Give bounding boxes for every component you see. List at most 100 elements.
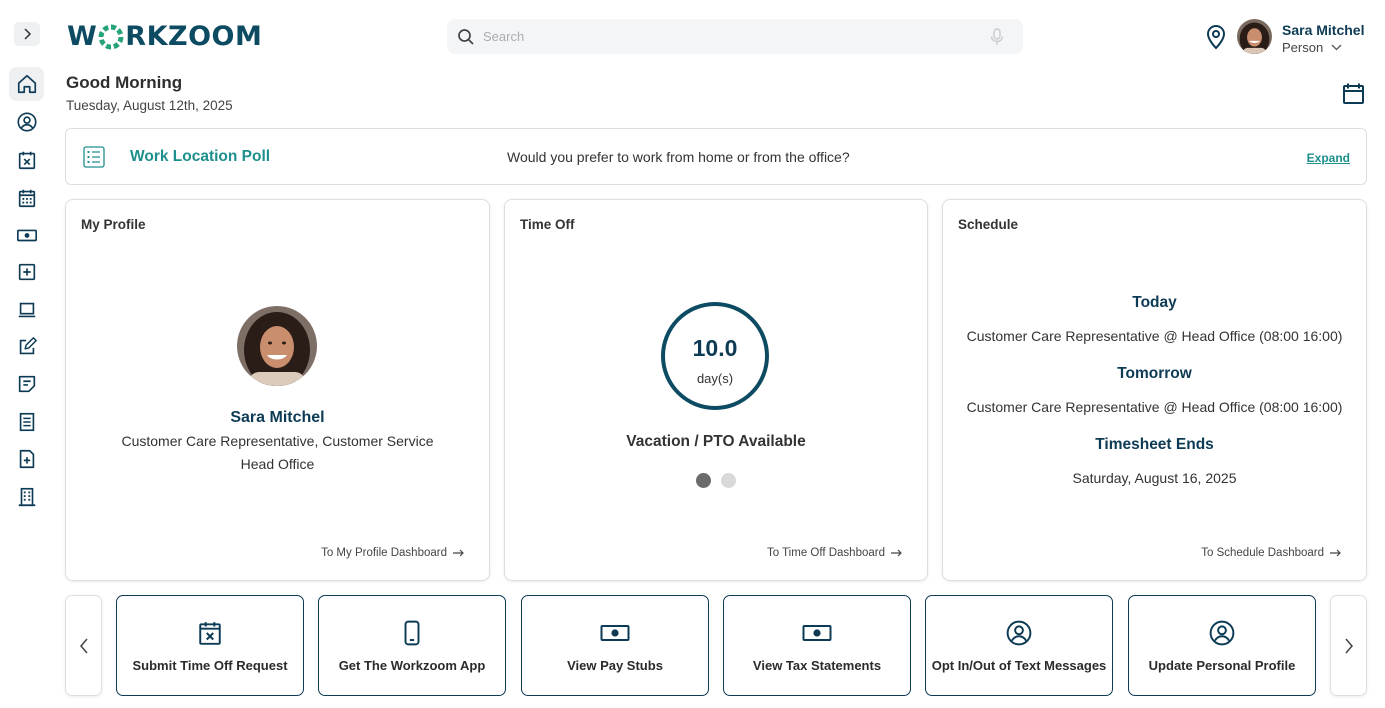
laptop-icon [18,302,35,318]
user-name[interactable]: Sara Mitchel [1282,22,1364,38]
plus-square-icon [18,263,35,281]
quick-action-label: Submit Time Off Request [132,658,288,673]
timesheet-ends-label: Timesheet Ends [1095,436,1214,453]
user-circle-icon [1006,620,1032,646]
calendar-grid-icon [18,189,35,208]
chevron-right-icon [1344,638,1353,653]
chevron-left-icon [79,638,88,653]
my-profile-card: My Profile Sara Mitchel Customer Care Re… [65,199,490,581]
sidebar-expand-button[interactable] [14,22,40,46]
work-location-poll: Work Location Poll Would you prefer to w… [65,128,1367,185]
building-icon [18,487,35,507]
quick-action-submit-time-off[interactable]: Submit Time Off Request [116,595,304,696]
time-off-dashboard-link[interactable]: To Time Off Dashboard [767,547,903,559]
poll-question: Would you prefer to work from home or fr… [507,149,850,165]
sidebar-item-time-off[interactable] [9,143,44,177]
calendar-x-icon [199,622,221,645]
checklist-icon [83,146,105,168]
home-icon [17,74,36,94]
user-role-menu[interactable]: Person [1282,40,1342,55]
location-pin-icon[interactable] [1204,24,1228,50]
quick-action-get-app[interactable]: Get The Workzoom App [318,595,506,696]
sidebar [0,0,53,708]
carousel-dot-1[interactable] [696,473,711,488]
schedule-today-text: Customer Care Representative @ Head Offi… [966,328,1343,344]
sidebar-item-new-file[interactable] [9,442,44,476]
logo-text-right: RKZOOM [125,20,263,52]
arrow-right-icon [891,549,902,557]
sidebar-item-schedule[interactable] [9,181,44,215]
profile-name: Sara Mitchel [230,409,325,426]
sidebar-item-company[interactable] [9,480,44,514]
sidebar-item-pay[interactable] [9,218,44,252]
profile-photo-image [237,306,317,386]
pto-balance-unit: day(s) [696,371,734,386]
workzoom-logo[interactable]: W RKZOOM [67,20,262,52]
sidebar-item-home[interactable] [9,67,44,101]
arrow-right-icon [1330,549,1341,557]
schedule-today-label: Today [1132,294,1177,311]
schedule-dashboard-link[interactable]: To Schedule Dashboard [1201,547,1342,559]
profile-position: Customer Care Representative, Customer S… [121,433,434,449]
quick-action-label: View Pay Stubs [567,658,663,673]
timesheet-ends-date: Saturday, August 16, 2025 [1072,470,1237,486]
card-title: My Profile [81,217,146,232]
user-circle-icon [16,112,37,132]
greeting-date: Tuesday, August 12th, 2025 [66,98,233,113]
pto-balance-value: 10.0 [692,335,738,361]
user-role-label: Person [1282,40,1324,55]
greeting-title: Good Morning [66,73,183,92]
phone-icon [404,620,420,646]
logo-text-left: W [67,20,98,52]
sidebar-item-add[interactable] [9,255,44,289]
link-label: To My Profile Dashboard [321,547,447,559]
poll-title: Work Location Poll [130,148,271,165]
sidebar-item-profile[interactable] [9,105,44,139]
schedule-tomorrow-label: Tomorrow [1117,365,1192,382]
schedule-tomorrow-text: Customer Care Representative @ Head Offi… [966,399,1343,415]
quick-actions-next-button[interactable] [1330,595,1367,696]
pto-label: Vacation / PTO Available [626,433,806,450]
sidebar-item-documents[interactable] [9,405,44,439]
sidebar-item-notes[interactable] [9,367,44,401]
quick-action-label: View Tax Statements [752,658,882,673]
user-avatar[interactable] [1237,19,1272,54]
chevron-down-icon [1331,44,1342,51]
calendar-icon[interactable] [1342,82,1365,105]
quick-action-label: Update Personal Profile [1148,658,1296,673]
dashboard-page: W RKZOOM Sara Mitchel Person Good Mornin… [0,0,1385,708]
schedule-card: Schedule Today Customer Care Representat… [942,199,1367,581]
document-icon [19,412,34,432]
search-bar [447,19,1023,54]
calendar-x-icon [18,151,35,170]
quick-actions-prev-button[interactable] [65,595,102,696]
money-icon [802,625,832,641]
user-circle-icon [1209,620,1235,646]
card-title: Time Off [520,217,575,232]
file-plus-icon [19,449,34,469]
quick-action-tax-statements[interactable]: View Tax Statements [723,595,911,696]
arrow-right-icon [453,549,464,557]
time-off-card: Time Off 10.0 day(s) Vacation / PTO Avai… [504,199,928,581]
link-label: To Schedule Dashboard [1201,547,1324,559]
search-input[interactable] [483,29,989,44]
logo-ring-icon [98,24,124,50]
sidebar-item-devices[interactable] [9,293,44,327]
poll-expand-link[interactable]: Expand [1307,151,1350,165]
profile-dashboard-link[interactable]: To My Profile Dashboard [321,547,465,559]
quick-action-pay-stubs[interactable]: View Pay Stubs [521,595,709,696]
profile-photo [237,306,317,386]
card-title: Schedule [958,217,1019,232]
link-label: To Time Off Dashboard [766,547,885,559]
quick-action-update-profile[interactable]: Update Personal Profile [1128,595,1316,696]
money-icon [600,625,630,641]
chevron-right-icon [24,28,32,40]
quick-action-text-messages[interactable]: Opt In/Out of Text Messages [925,595,1113,696]
edit-icon [19,337,37,355]
sidebar-item-edit[interactable] [9,330,44,364]
money-icon [16,229,37,242]
carousel-dot-2[interactable] [721,473,736,488]
quick-action-label: Opt In/Out of Text Messages [931,658,1107,673]
avatar-photo [1237,19,1272,54]
microphone-icon[interactable] [989,27,1005,46]
